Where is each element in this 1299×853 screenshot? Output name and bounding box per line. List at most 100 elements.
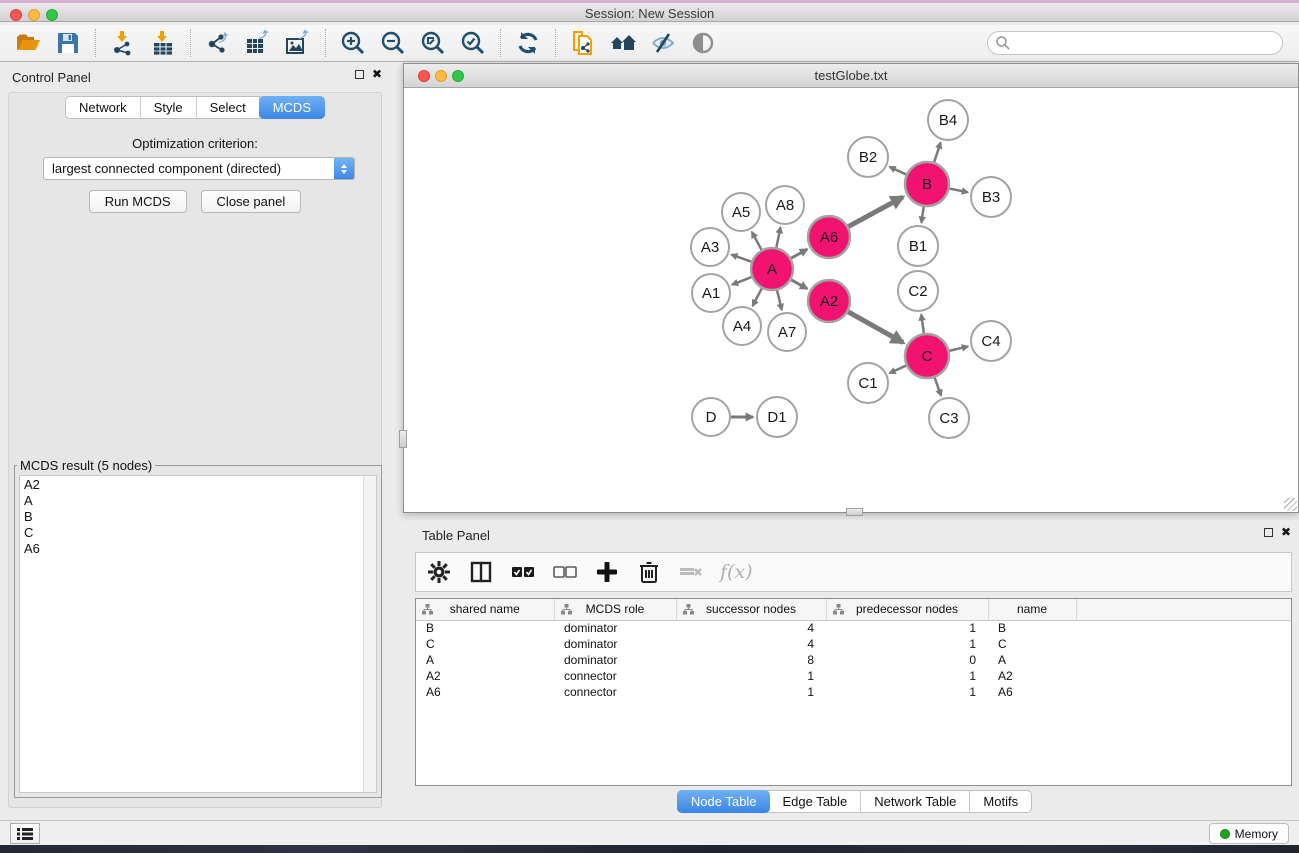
table-cell[interactable]: 1 (676, 684, 826, 700)
column-header-shared-name[interactable]: shared name (416, 599, 554, 620)
table-cell[interactable]: dominator (554, 620, 676, 636)
close-panel-button[interactable]: Close panel (201, 190, 302, 213)
import-table-button[interactable] (143, 27, 183, 59)
memory-button[interactable]: Memory (1209, 823, 1289, 844)
table-cell[interactable]: B (988, 620, 1076, 636)
graph-edge-B-B4[interactable] (934, 143, 940, 163)
export-network-button[interactable] (198, 27, 238, 59)
refresh-network-button[interactable] (508, 27, 548, 59)
zoom-out-button[interactable] (373, 27, 413, 59)
table-cell[interactable]: A6 (416, 684, 554, 700)
search-input[interactable] (1011, 33, 1282, 53)
graph-edge-B-B2[interactable] (890, 167, 906, 175)
graph-edge-A-A7[interactable] (777, 290, 782, 309)
graph-edge-B-B3[interactable] (950, 189, 968, 193)
tab-network-table[interactable]: Network Table (861, 791, 970, 812)
graph-edge-A6-B[interactable] (848, 197, 902, 226)
float-panel-icon[interactable] (355, 70, 364, 79)
mcds-result-item[interactable]: A6 (24, 541, 376, 557)
mcds-result-item[interactable]: C (24, 525, 376, 541)
table-cell[interactable]: dominator (554, 636, 676, 652)
table-cell[interactable]: dominator (554, 652, 676, 668)
table-cell[interactable]: connector (554, 668, 676, 684)
table-row[interactable]: A2connector11A2 (416, 668, 1291, 684)
show-column-button[interactable] (468, 559, 494, 585)
tab-select[interactable]: Select (197, 97, 260, 118)
mcds-result-item[interactable]: A (24, 493, 376, 509)
table-cell[interactable]: 4 (676, 636, 826, 652)
graph-edge-A-A2[interactable] (791, 280, 807, 289)
node-table[interactable]: shared nameMCDS rolesuccessor nodesprede… (416, 599, 1291, 700)
tab-node-table[interactable]: Node Table (677, 790, 771, 813)
table-cell[interactable]: 1 (826, 668, 988, 684)
table-cell[interactable]: A6 (988, 684, 1076, 700)
network-graph[interactable]: AA6A2BCA5A8A3A1A4A7B4B2B3B1C2C4C1C3DD1 (404, 88, 1298, 513)
table-cell[interactable]: A (988, 652, 1076, 668)
graph-edge-A-A6[interactable] (791, 249, 807, 258)
tab-style[interactable]: Style (141, 97, 197, 118)
select-all-button[interactable] (510, 559, 536, 585)
network-canvas[interactable]: AA6A2BCA5A8A3A1A4A7B4B2B3B1C2C4C1C3DD1 (404, 88, 1298, 512)
table-row[interactable]: A6connector11A6 (416, 684, 1291, 700)
zoom-selected-button[interactable] (453, 27, 493, 59)
graph-edge-A-A3[interactable] (731, 255, 751, 262)
table-cell[interactable]: C (416, 636, 554, 652)
close-panel-icon[interactable]: ✖ (372, 69, 382, 80)
table-cell[interactable]: A2 (988, 668, 1076, 684)
graph-edge-C-C2[interactable] (921, 315, 924, 334)
column-header-MCDS-role[interactable]: MCDS role (554, 599, 676, 620)
add-row-button[interactable] (594, 559, 620, 585)
zoom-in-button[interactable] (333, 27, 373, 59)
export-table-button[interactable] (238, 27, 278, 59)
close-panel-icon[interactable]: ✖ (1281, 527, 1291, 538)
graph-edge-A-A8[interactable] (776, 227, 780, 247)
hide-graphics-details-button[interactable] (643, 27, 683, 59)
table-cell[interactable]: 1 (676, 668, 826, 684)
graph-edge-A-A1[interactable] (732, 277, 751, 285)
mcds-result-list[interactable]: A2ABCA6 (19, 475, 377, 793)
table-cell[interactable]: 0 (826, 652, 988, 668)
table-cell[interactable]: A (416, 652, 554, 668)
graph-edge-A-A5[interactable] (752, 232, 762, 250)
open-session-button[interactable] (8, 27, 48, 59)
graph-edge-C-C1[interactable] (890, 366, 906, 374)
mcds-result-item[interactable]: B (24, 509, 376, 525)
table-cell[interactable]: A2 (416, 668, 554, 684)
column-header-predecessor-nodes[interactable]: predecessor nodes (826, 599, 988, 620)
graph-edge-C-C4[interactable] (949, 346, 967, 350)
table-row[interactable]: Adominator80A (416, 652, 1291, 668)
scrollbar-track[interactable] (363, 476, 376, 792)
table-cell[interactable]: B (416, 620, 554, 636)
save-session-button[interactable] (48, 27, 88, 59)
graph-edge-A2-C[interactable] (848, 312, 903, 343)
table-cell[interactable]: 4 (676, 620, 826, 636)
table-cell[interactable]: connector (554, 684, 676, 700)
task-history-button[interactable] (10, 823, 40, 844)
criterion-dropdown[interactable]: largest connected component (directed) (43, 157, 355, 180)
column-header-name[interactable]: name (988, 599, 1076, 620)
column-header-successor-nodes[interactable]: successor nodes (676, 599, 826, 620)
table-settings-button[interactable] (426, 559, 452, 585)
tab-edge-table[interactable]: Edge Table (769, 791, 861, 812)
clone-network-button[interactable] (563, 27, 603, 59)
network-window-titlebar[interactable]: testGlobe.txt (404, 64, 1298, 88)
graph-edge-C-C3[interactable] (935, 378, 941, 396)
mcds-result-item[interactable]: A2 (24, 477, 376, 493)
home-button[interactable] (603, 27, 643, 59)
tab-mcds[interactable]: MCDS (259, 96, 325, 119)
table-cell[interactable]: 1 (826, 684, 988, 700)
run-mcds-button[interactable]: Run MCDS (89, 190, 187, 213)
birdseye-handle-bottom[interactable] (846, 508, 863, 516)
deselect-all-button[interactable] (552, 559, 578, 585)
delete-row-button[interactable] (636, 559, 662, 585)
graph-edge-A-A4[interactable] (753, 288, 762, 305)
export-image-button[interactable] (278, 27, 318, 59)
table-row[interactable]: Cdominator41C (416, 636, 1291, 652)
graph-edge-B-B1[interactable] (921, 207, 923, 223)
table-cell[interactable]: C (988, 636, 1076, 652)
table-cell[interactable]: 1 (826, 620, 988, 636)
tab-network[interactable]: Network (66, 97, 141, 118)
resize-grip[interactable] (1284, 498, 1297, 511)
zoom-fit-button[interactable] (413, 27, 453, 59)
import-network-button[interactable] (103, 27, 143, 59)
